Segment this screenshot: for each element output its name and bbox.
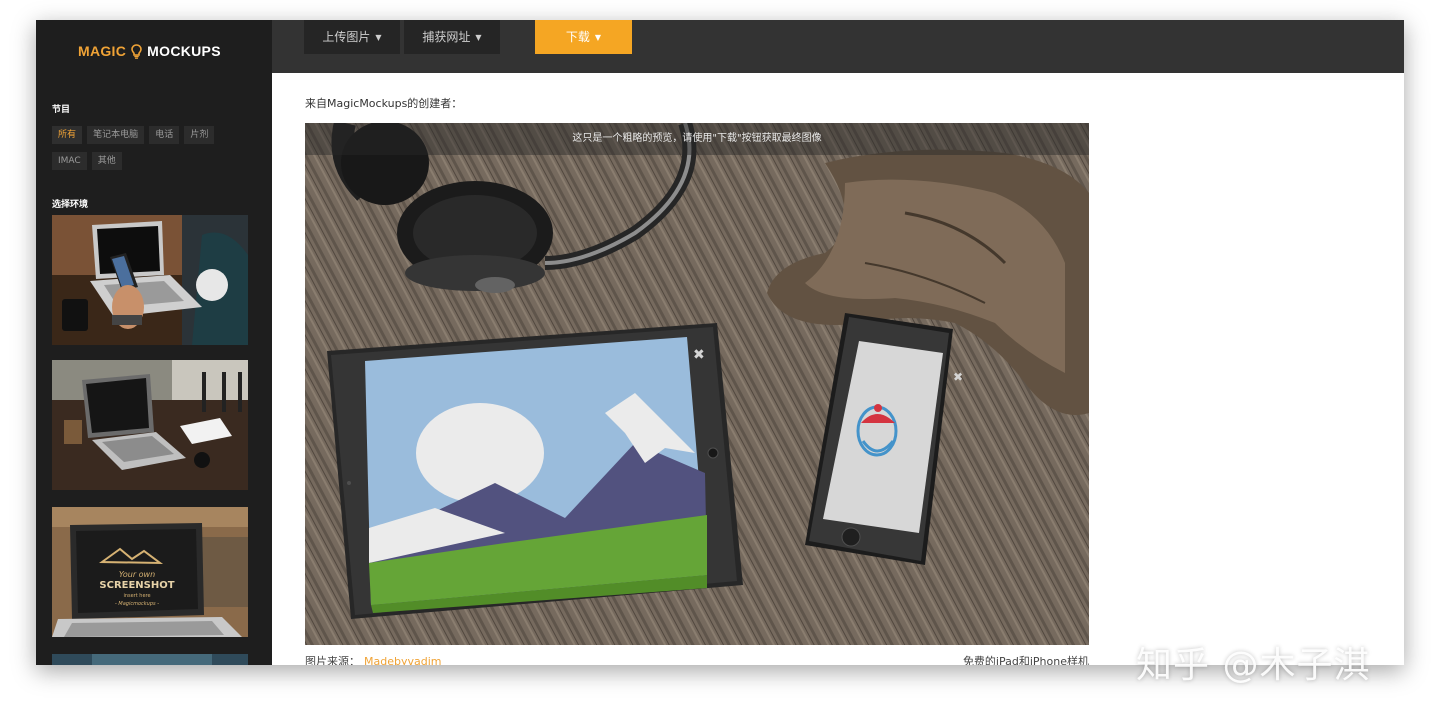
creator-text: 来自MagicMockups的创建者： — [305, 97, 463, 110]
download-label: 下载 — [565, 30, 590, 44]
upload-image-label: 上传图片 — [322, 30, 371, 44]
caret-down-icon: ▼ — [594, 33, 602, 42]
filter-phone[interactable]: 电话 — [149, 126, 180, 144]
sidebar: MAGIC MOCKUPS 节目 所有 笔记本电脑 电话 片剂 IMAC 其他 选… — [36, 20, 272, 665]
upload-image-menu[interactable]: 上传图片 ▼ — [304, 20, 400, 54]
logo-text-mockups: MOCKUPS — [147, 43, 221, 59]
mockup-preview: ✖ ✖ 这只是一个粗略的预览，请使用"下载"按钮获取最终图像 — [305, 123, 1089, 645]
logo[interactable]: MAGIC MOCKUPS — [78, 43, 221, 62]
environment-thumbnail[interactable] — [52, 360, 248, 490]
capture-url-label: 捕获网址 — [422, 30, 471, 44]
screen-text-line: SCREENSHOT — [99, 580, 174, 591]
caret-down-icon: ▼ — [475, 33, 482, 42]
preview-notice: 这只是一个粗略的预览，请使用"下载"按钮获取最终图像 — [305, 123, 1089, 155]
environment-thumbnail[interactable] — [52, 215, 248, 345]
category-filters: 所有 笔记本电脑 电话 片剂 IMAC 其他 — [52, 122, 252, 174]
filter-other[interactable]: 其他 — [91, 152, 122, 170]
watermark: 知乎 @木子淇 — [1136, 645, 1371, 686]
main-content: 来自MagicMockups的创建者： 这只是一个粗略的预览，请使用"下载"按钮… — [272, 73, 1404, 665]
screen-text-line: - Magicmockups - — [115, 601, 159, 607]
image-source-label: 图片来源： — [305, 655, 360, 665]
lightbulb-icon — [131, 44, 142, 62]
download-button[interactable]: 下载 ▼ — [535, 20, 632, 54]
top-nav: 上传图片 ▼ 捕获网址 ▼ 下载 ▼ — [272, 20, 1404, 73]
capture-url-menu[interactable]: 捕获网址 ▼ — [404, 20, 500, 54]
filter-laptop[interactable]: 笔记本电脑 — [87, 126, 145, 144]
environment-heading: 选择环境 — [52, 200, 89, 210]
image-source: 图片来源： Madebyvadim — [305, 653, 441, 665]
logo-text-magic: MAGIC — [78, 43, 127, 59]
environment-thumbnail[interactable]: Your own SCREENSHOT insert here - Magicm… — [52, 507, 248, 637]
categories-heading: 节目 — [52, 105, 71, 115]
filter-tablet[interactable]: 片剂 — [184, 126, 215, 144]
app-window: MAGIC MOCKUPS 节目 所有 笔记本电脑 电话 片剂 IMAC 其他 选… — [36, 20, 1404, 665]
filter-all[interactable]: 所有 — [52, 126, 83, 144]
image-source-link[interactable]: Madebyvadim — [364, 655, 441, 665]
screen-text-line: insert here — [123, 593, 150, 599]
screen-text-line: Your own — [119, 570, 155, 579]
free-mockup-link[interactable]: 免费的iPad和iPhone样机 — [944, 653, 1089, 665]
caret-down-icon: ▼ — [375, 33, 382, 42]
filter-imac[interactable]: IMAC — [52, 152, 87, 170]
environment-thumbnail[interactable] — [52, 654, 248, 665]
